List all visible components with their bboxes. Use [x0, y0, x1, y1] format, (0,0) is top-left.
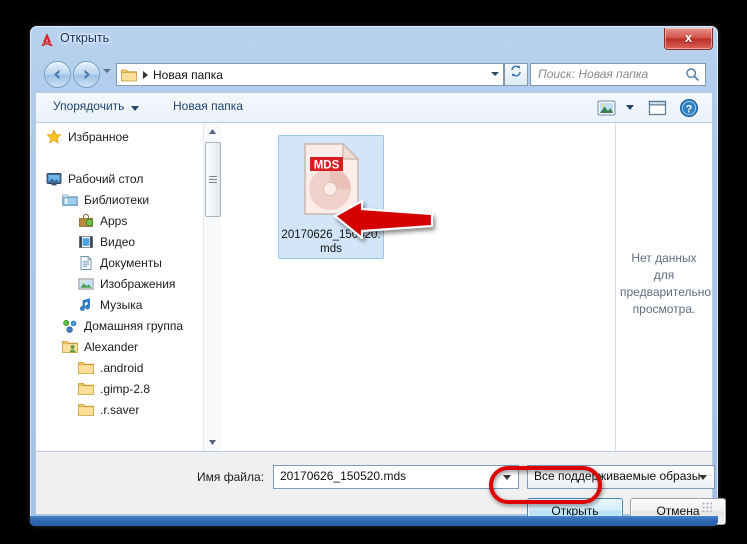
search-placeholder: Поиск: Новая папка	[538, 67, 648, 81]
tree-item-12[interactable]: .gimp-2.8	[36, 378, 204, 399]
view-mode-caret-icon[interactable]	[626, 105, 634, 110]
tree-item-8[interactable]: Музыка	[36, 294, 204, 315]
history-dropdown-icon[interactable]	[103, 69, 111, 73]
tree-item-label: .android	[100, 361, 143, 375]
tree-item-9[interactable]: Домашняя группа	[36, 315, 204, 336]
apps-icon	[78, 213, 94, 229]
filename-dropdown-icon[interactable]	[503, 475, 511, 480]
tree-item-11[interactable]: .android	[36, 357, 204, 378]
view-mode-icon[interactable]	[597, 99, 616, 117]
help-icon[interactable]: ?	[679, 98, 699, 118]
tree-item-13[interactable]: .r.saver	[36, 399, 204, 420]
tree-item-label: Музыка	[100, 298, 142, 312]
tree-item-3[interactable]: Библиотеки	[36, 189, 204, 210]
tree-item-label: Рабочий стол	[68, 172, 143, 186]
tree-item-6[interactable]: Документы	[36, 252, 204, 273]
desktop-icon	[46, 171, 62, 187]
tree-item-label: Документы	[100, 256, 162, 270]
tree-item-2[interactable]: Рабочий стол	[36, 168, 204, 189]
video-icon	[78, 234, 94, 250]
resize-grip[interactable]	[702, 502, 712, 512]
tree-spacer	[36, 147, 204, 168]
tree-item-label: .gimp-2.8	[100, 382, 150, 396]
address-bar[interactable]: Новая папка	[116, 63, 504, 86]
open-button[interactable]: Открыть	[527, 498, 623, 525]
back-arrow-icon	[49, 66, 66, 83]
preview-pane-icon[interactable]	[648, 99, 667, 117]
tree-item-label: Домашняя группа	[84, 319, 183, 333]
tree-item-label: Видео	[100, 235, 135, 249]
open-file-dialog: 120% Открыть x	[30, 26, 718, 526]
filename-label: Имя файла:	[197, 470, 264, 484]
scrollbar-grip	[209, 176, 217, 183]
mds-disc-image-icon: MDS	[303, 143, 360, 215]
tree-item-label: Alexander	[84, 340, 138, 354]
filename-input[interactable]: 20170626_150520.mds	[273, 465, 519, 489]
pictures-icon	[78, 276, 94, 292]
dialog-content: Избранное Рабочий стол Библиотеки Apps Видео…	[35, 122, 713, 452]
new-folder-button[interactable]: Новая папка	[173, 99, 243, 113]
tree-item-label: Библиотеки	[84, 193, 149, 207]
file-item[interactable]: MDS 20170626_150520.mds	[278, 135, 384, 259]
tree-item-10[interactable]: Alexander	[36, 336, 204, 357]
folder-icon	[78, 381, 94, 397]
tree-item-label: Изображения	[100, 277, 175, 291]
tree-item-label: .r.saver	[100, 403, 139, 417]
back-button[interactable]	[44, 61, 71, 88]
documents-icon	[78, 255, 94, 271]
star-icon	[46, 129, 62, 145]
scrollbar-thumb[interactable]	[205, 142, 221, 217]
tree-item-label: Apps	[100, 214, 127, 228]
forward-button[interactable]	[73, 61, 100, 88]
alcohol-app-icon: 120%	[39, 32, 55, 48]
filename-value: 20170626_150520.mds	[280, 469, 406, 483]
window-title: Открыть	[60, 31, 109, 45]
preview-empty-message: Нет данных для предварительного просмотр…	[620, 250, 708, 318]
homegroup-icon	[62, 318, 78, 334]
scroll-down-icon[interactable]	[204, 434, 221, 451]
file-list[interactable]: MDS 20170626_150520.mds	[222, 123, 615, 451]
address-dropdown-icon[interactable]	[491, 72, 499, 76]
svg-text:120%: 120%	[43, 41, 52, 45]
music-icon	[78, 297, 94, 313]
folder-icon	[78, 402, 94, 418]
folder-icon	[121, 68, 137, 82]
organize-caret-icon[interactable]	[131, 106, 139, 111]
tree-item-0[interactable]: Избранное	[36, 126, 204, 147]
refresh-button[interactable]	[504, 63, 528, 86]
breadcrumb[interactable]: Новая папка	[153, 68, 223, 82]
libraries-icon	[62, 192, 78, 208]
file-name-label: 20170626_150520.mds	[281, 228, 381, 256]
file-type-filter[interactable]: Все поддерживаемые образы	[527, 465, 715, 489]
breadcrumb-separator-icon	[143, 71, 148, 79]
forward-arrow-icon	[78, 66, 95, 83]
file-type-dropdown-icon[interactable]	[699, 475, 707, 480]
navigation-bar: Новая папка Поиск: Новая папка	[30, 56, 718, 92]
sidebar-scrollbar[interactable]	[203, 123, 221, 451]
file-type-filter-value: Все поддерживаемые образы	[534, 469, 700, 483]
organize-button[interactable]: Упорядочить	[53, 99, 124, 113]
screenshot-root: 120% Открыть x	[0, 0, 747, 544]
toolbar: Упорядочить Новая папка ?	[35, 92, 713, 123]
folder-icon	[78, 360, 94, 376]
tree-item-5[interactable]: Видео	[36, 231, 204, 252]
search-icon	[685, 67, 700, 82]
scroll-up-icon[interactable]	[204, 123, 221, 140]
refresh-icon	[509, 64, 523, 78]
tree-item-7[interactable]: Изображения	[36, 273, 204, 294]
svg-text:MDS: MDS	[314, 159, 340, 171]
user-folder-icon	[62, 339, 78, 355]
tree-item-label: Избранное	[68, 130, 129, 144]
title-bar: 120% Открыть x	[30, 26, 718, 56]
search-input[interactable]: Поиск: Новая папка	[530, 63, 706, 86]
tree-item-4[interactable]: Apps	[36, 210, 204, 231]
svg-text:?: ?	[686, 103, 693, 115]
preview-pane: Нет данных для предварительного просмотр…	[616, 123, 712, 451]
close-button[interactable]: x	[664, 28, 713, 50]
folder-tree: Избранное Рабочий стол Библиотеки Apps Видео…	[36, 126, 204, 420]
navigation-pane: Избранное Рабочий стол Библиотеки Apps Видео…	[36, 123, 221, 451]
